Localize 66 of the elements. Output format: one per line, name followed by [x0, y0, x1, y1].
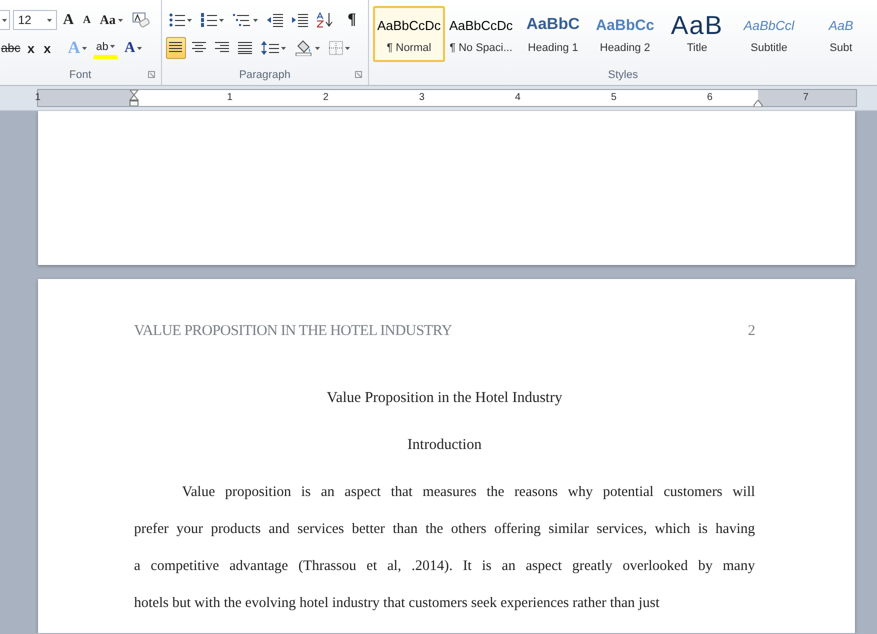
- caret-icon: [344, 46, 350, 50]
- ruler-number: 4: [515, 92, 521, 103]
- borders-icon: [328, 41, 342, 55]
- document-title: Value Proposition in the Hotel Industry: [326, 389, 564, 407]
- right-indent-marker-icon: [753, 100, 763, 107]
- group-label: Paragraph: [239, 69, 290, 81]
- style-option[interactable]: AaBbC Heading 1: [517, 6, 589, 62]
- change-case-button[interactable]: Aa: [96, 9, 126, 31]
- caret-icon: [2, 18, 7, 22]
- align-left-icon: [168, 42, 182, 54]
- dialog-launcher-icon: [148, 71, 154, 78]
- ruler-number: 7: [803, 92, 809, 103]
- line-spacing-icon: [260, 41, 278, 55]
- caret-icon: [110, 45, 116, 48]
- align-right-icon: [214, 42, 228, 54]
- font-size-dropdown[interactable]: 12: [13, 10, 57, 30]
- group-label: Styles: [608, 69, 638, 81]
- style-option[interactable]: AaB Subt: [805, 6, 877, 62]
- ruler-number: 3: [419, 92, 425, 103]
- caret-icon: [252, 18, 258, 22]
- multilevel-list-icon: [232, 13, 250, 27]
- caret-icon: [186, 18, 192, 22]
- style-option[interactable]: AaB Title: [661, 6, 733, 62]
- show-marks-button[interactable]: ¶: [344, 9, 360, 31]
- running-header: VALUE PROPOSITION IN THE HOTEL INDUSTRY: [134, 323, 452, 340]
- sort-icon: [316, 12, 332, 28]
- style-option[interactable]: AaBbCcDc ¶ Normal: [373, 6, 445, 62]
- page-number: 2: [748, 323, 755, 340]
- align-left-button[interactable]: [166, 37, 186, 59]
- highlight-button[interactable]: ab: [93, 37, 118, 59]
- ruler-number: 6: [707, 92, 713, 103]
- style-option[interactable]: AaBbCc Heading 2: [589, 6, 661, 62]
- group-label: Font: [69, 69, 92, 81]
- dialog-launcher-icon: [355, 71, 362, 78]
- indent-marker-icon: [129, 90, 139, 106]
- caret-icon: [82, 46, 88, 50]
- caret-icon: [137, 46, 142, 50]
- bullet-list-icon: [168, 13, 184, 27]
- caret-icon: [218, 18, 224, 22]
- section-heading: Introduction: [406, 436, 483, 454]
- style-option[interactable]: AaBbCcDc ¶ No Spaci...: [445, 6, 517, 62]
- body-paragraph: Value proposition is an aspect that measures the reasons why potential customers will prefer your products and services better than the others offering similar services, which is having a competitive advantage (Thrassou et al, .2014). It is an aspect greatly overlooked by many hotels but with the evolving hotel industry that customers seek experiences rather than just: [134, 483, 755, 613]
- subscript-button[interactable]: x: [24, 37, 38, 59]
- ruler-number: 2: [323, 92, 329, 103]
- decrease-indent-icon: [266, 13, 282, 27]
- numbered-list-icon: [200, 13, 216, 27]
- superscript-button[interactable]: x: [40, 37, 54, 59]
- align-center-icon: [192, 42, 206, 54]
- style-option[interactable]: AaBbCcl Subtitle: [733, 6, 805, 62]
- ruler-number: 1: [35, 92, 41, 103]
- justify-icon: [238, 42, 252, 54]
- clear-formatting-icon: [132, 12, 150, 28]
- caret-icon: [118, 18, 123, 22]
- ruler-number: 1: [227, 92, 233, 103]
- grow-font-button[interactable]: A: [60, 9, 77, 31]
- shrink-font-button[interactable]: A: [80, 9, 94, 31]
- font-name-dropdown[interactable]: [0, 10, 10, 30]
- caret-icon: [314, 46, 320, 50]
- font-color-button[interactable]: A: [121, 37, 146, 59]
- caret-icon: [280, 46, 286, 50]
- caret-icon: [47, 18, 52, 22]
- strikethrough-button[interactable]: abc: [0, 37, 22, 59]
- ruler-number: 5: [611, 92, 617, 103]
- increase-indent-icon: [292, 13, 308, 27]
- ruler[interactable]: 1 1 2 3 4 5 6 7: [37, 89, 857, 107]
- shading-icon: [294, 40, 312, 56]
